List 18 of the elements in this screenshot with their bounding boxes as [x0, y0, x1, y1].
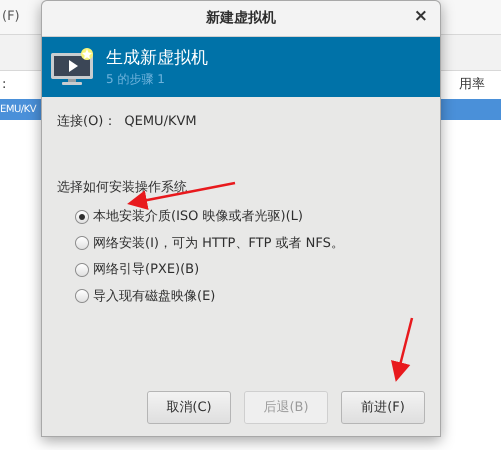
- dialog-button[interactable]: 取消(C): [147, 391, 231, 424]
- header-title: 生成新虚拟机: [106, 47, 208, 70]
- annotation-arrow: [391, 318, 414, 382]
- radio-option[interactable]: 网络安装(I)，可为 HTTP、FTP 或者 NFS。: [75, 234, 344, 253]
- close-button[interactable]: ×: [414, 8, 428, 25]
- radio-option[interactable]: 导入现有磁盘映像(E): [75, 286, 216, 306]
- step-label: 5 的步骤 1: [106, 71, 166, 88]
- radio-option[interactable]: 网络引导(PXE)(B): [75, 260, 200, 280]
- column-header: :: [2, 76, 6, 94]
- table-row[interactable]: [441, 99, 501, 120]
- dialog-button[interactable]: 前进(F): [341, 391, 425, 424]
- monitor-play-icon: [50, 47, 96, 87]
- column-header: 用率: [459, 76, 485, 94]
- connection-value: QEMU/KVM: [124, 113, 197, 131]
- radio-option[interactable]: 本地安装介质(ISO 映像或者光驱)(L): [75, 207, 303, 226]
- window-title: 新建虚拟机: [206, 8, 276, 28]
- menu-item[interactable]: (F): [2, 7, 20, 27]
- field-label: 连接(O)：: [57, 113, 116, 131]
